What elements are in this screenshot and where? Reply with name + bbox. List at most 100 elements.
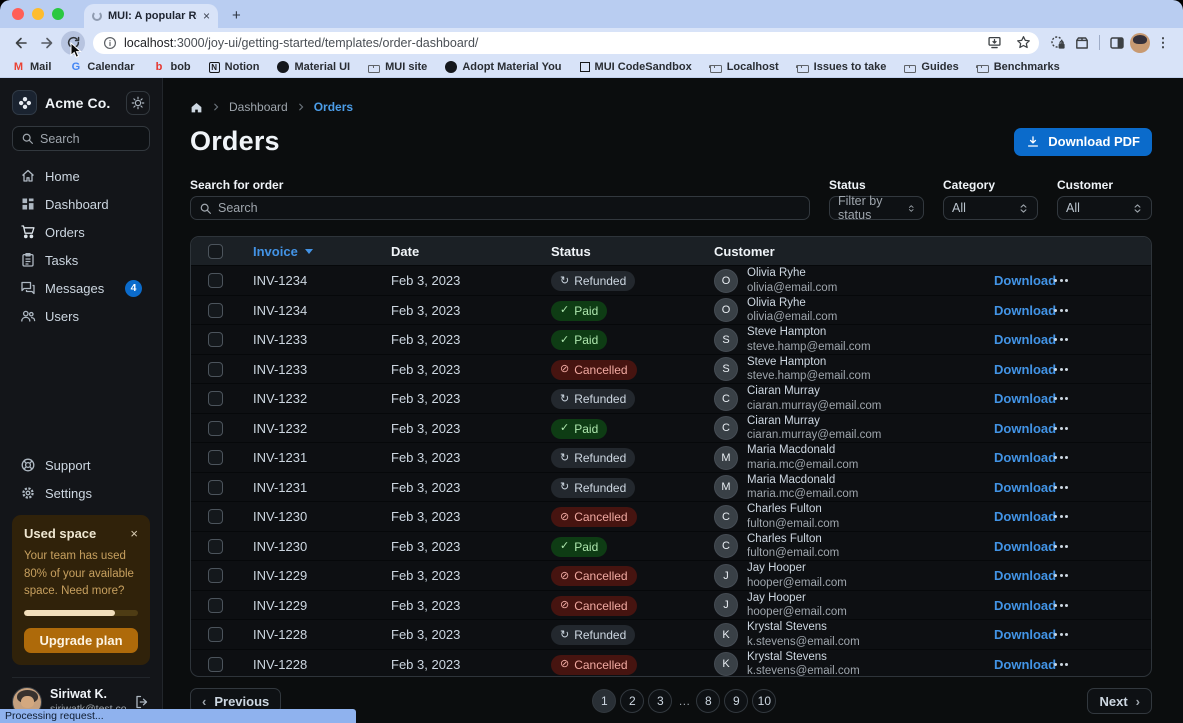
address-bar[interactable]: localhost:3000/joy-ui/getting-started/te… — [93, 32, 1039, 54]
download-row-link[interactable]: Download — [986, 332, 1044, 347]
download-row-link[interactable]: Download — [986, 421, 1044, 436]
page-number-button[interactable]: 8 — [696, 689, 720, 713]
forward-button[interactable] — [35, 31, 59, 55]
window-close-button[interactable] — [12, 8, 24, 20]
status-filter-select[interactable]: Filter by status — [829, 196, 924, 220]
row-checkbox[interactable] — [208, 627, 223, 642]
row-more-actions-button[interactable] — [1044, 486, 1151, 489]
bookmark-item[interactable]: Guides — [904, 61, 958, 73]
row-more-actions-button[interactable] — [1044, 338, 1151, 341]
page-number-button[interactable]: 10 — [752, 689, 776, 713]
bookmark-item[interactable]: Notion — [209, 61, 260, 73]
sidebar-search-input[interactable]: Search — [12, 126, 150, 151]
row-more-actions-button[interactable] — [1044, 427, 1151, 430]
row-checkbox[interactable] — [208, 332, 223, 347]
sidebar-nav-item[interactable]: Messages 4 — [12, 275, 150, 301]
bookmark-item[interactable]: bob — [152, 61, 190, 74]
next-page-button[interactable]: Next › — [1087, 688, 1152, 714]
bookmark-item[interactable]: Benchmarks — [977, 61, 1060, 73]
sidebar-nav-item[interactable]: Dashboard — [12, 191, 150, 217]
download-row-link[interactable]: Download — [986, 509, 1044, 524]
row-checkbox[interactable] — [208, 598, 223, 613]
acme-logo-button[interactable] — [12, 90, 37, 115]
back-button[interactable] — [9, 31, 33, 55]
row-checkbox[interactable] — [208, 539, 223, 554]
sidebar-nav-item[interactable]: Orders — [12, 219, 150, 245]
row-checkbox[interactable] — [208, 362, 223, 377]
page-number-button[interactable]: 2 — [620, 689, 644, 713]
download-row-link[interactable]: Download — [986, 391, 1044, 406]
download-row-link[interactable]: Download — [986, 273, 1044, 288]
side-panel-button[interactable] — [1106, 32, 1128, 54]
browser-menu-button[interactable]: ⋮ — [1152, 32, 1174, 54]
row-checkbox[interactable] — [208, 657, 223, 672]
row-checkbox[interactable] — [208, 450, 223, 465]
bookmark-item[interactable]: Issues to take — [797, 61, 887, 73]
logout-icon[interactable] — [134, 694, 150, 710]
bookmark-item[interactable]: Localhost — [710, 61, 779, 73]
browser-profile-avatar[interactable] — [1130, 33, 1150, 53]
download-row-link[interactable]: Download — [986, 568, 1044, 583]
breadcrumb-home-icon[interactable] — [190, 101, 203, 114]
download-row-link[interactable]: Download — [986, 450, 1044, 465]
sidebar-nav-item[interactable]: Users — [12, 303, 150, 329]
breadcrumb-dashboard-link[interactable]: Dashboard — [229, 100, 288, 114]
download-row-link[interactable]: Download — [986, 539, 1044, 554]
breadcrumb-orders-current[interactable]: Orders — [314, 100, 353, 114]
sidebar-nav-item[interactable]: Tasks — [12, 247, 150, 273]
bookmark-item[interactable]: Calendar — [69, 61, 134, 74]
sidebar-footer-item[interactable]: Settings — [12, 480, 150, 506]
row-checkbox[interactable] — [208, 480, 223, 495]
download-row-link[interactable]: Download — [986, 598, 1044, 613]
theme-toggle-button[interactable] — [126, 91, 150, 115]
row-more-actions-button[interactable] — [1044, 574, 1151, 577]
download-row-link[interactable]: Download — [986, 480, 1044, 495]
row-checkbox[interactable] — [208, 273, 223, 288]
install-app-button[interactable] — [983, 32, 1005, 54]
download-row-link[interactable]: Download — [986, 657, 1044, 672]
row-more-actions-button[interactable] — [1044, 545, 1151, 548]
row-more-actions-button[interactable] — [1044, 309, 1151, 312]
window-zoom-button[interactable] — [52, 8, 64, 20]
bookmark-item[interactable]: MUI site — [368, 61, 427, 73]
sidebar-nav-item[interactable]: Home — [12, 163, 150, 189]
extensions-button[interactable] — [1071, 32, 1093, 54]
row-more-actions-button[interactable] — [1044, 604, 1151, 607]
customer-filter-select[interactable]: All — [1057, 196, 1152, 220]
row-more-actions-button[interactable] — [1044, 663, 1151, 666]
page-number-button[interactable]: 1 — [592, 689, 616, 713]
sidebar-footer-item[interactable]: Support — [12, 452, 150, 478]
row-more-actions-button[interactable] — [1044, 397, 1151, 400]
row-checkbox[interactable] — [208, 509, 223, 524]
bookmark-item[interactable]: Mail — [12, 61, 51, 74]
column-header-invoice[interactable]: Invoice — [239, 244, 377, 259]
new-tab-button[interactable]: + — [232, 7, 241, 28]
browser-tab[interactable]: MUI: A popular React UI fram × — [84, 4, 218, 28]
used-space-close-icon[interactable]: × — [130, 527, 138, 540]
upgrade-plan-button[interactable]: Upgrade plan — [24, 628, 138, 653]
page-number-button[interactable]: 3 — [648, 689, 672, 713]
row-checkbox[interactable] — [208, 421, 223, 436]
row-more-actions-button[interactable] — [1044, 633, 1151, 636]
password-manager-extension-button[interactable] — [1047, 32, 1069, 54]
site-info-icon[interactable] — [103, 36, 117, 50]
window-minimize-button[interactable] — [32, 8, 44, 20]
page-number-button[interactable]: 9 — [724, 689, 748, 713]
select-all-checkbox[interactable] — [208, 244, 223, 259]
download-row-link[interactable]: Download — [986, 362, 1044, 377]
row-more-actions-button[interactable] — [1044, 368, 1151, 371]
row-checkbox[interactable] — [208, 568, 223, 583]
bookmark-this-tab-button[interactable] — [1012, 32, 1034, 54]
reload-button[interactable] — [61, 31, 85, 55]
download-row-link[interactable]: Download — [986, 303, 1044, 318]
row-more-actions-button[interactable] — [1044, 279, 1151, 282]
category-filter-select[interactable]: All — [943, 196, 1038, 220]
bookmark-item[interactable]: Material UI — [277, 61, 350, 73]
download-pdf-button[interactable]: Download PDF — [1014, 128, 1152, 156]
row-checkbox[interactable] — [208, 303, 223, 318]
tab-close-icon[interactable]: × — [203, 10, 210, 22]
download-row-link[interactable]: Download — [986, 627, 1044, 642]
row-checkbox[interactable] — [208, 391, 223, 406]
row-more-actions-button[interactable] — [1044, 456, 1151, 459]
bookmark-item[interactable]: MUI CodeSandbox — [580, 61, 692, 73]
